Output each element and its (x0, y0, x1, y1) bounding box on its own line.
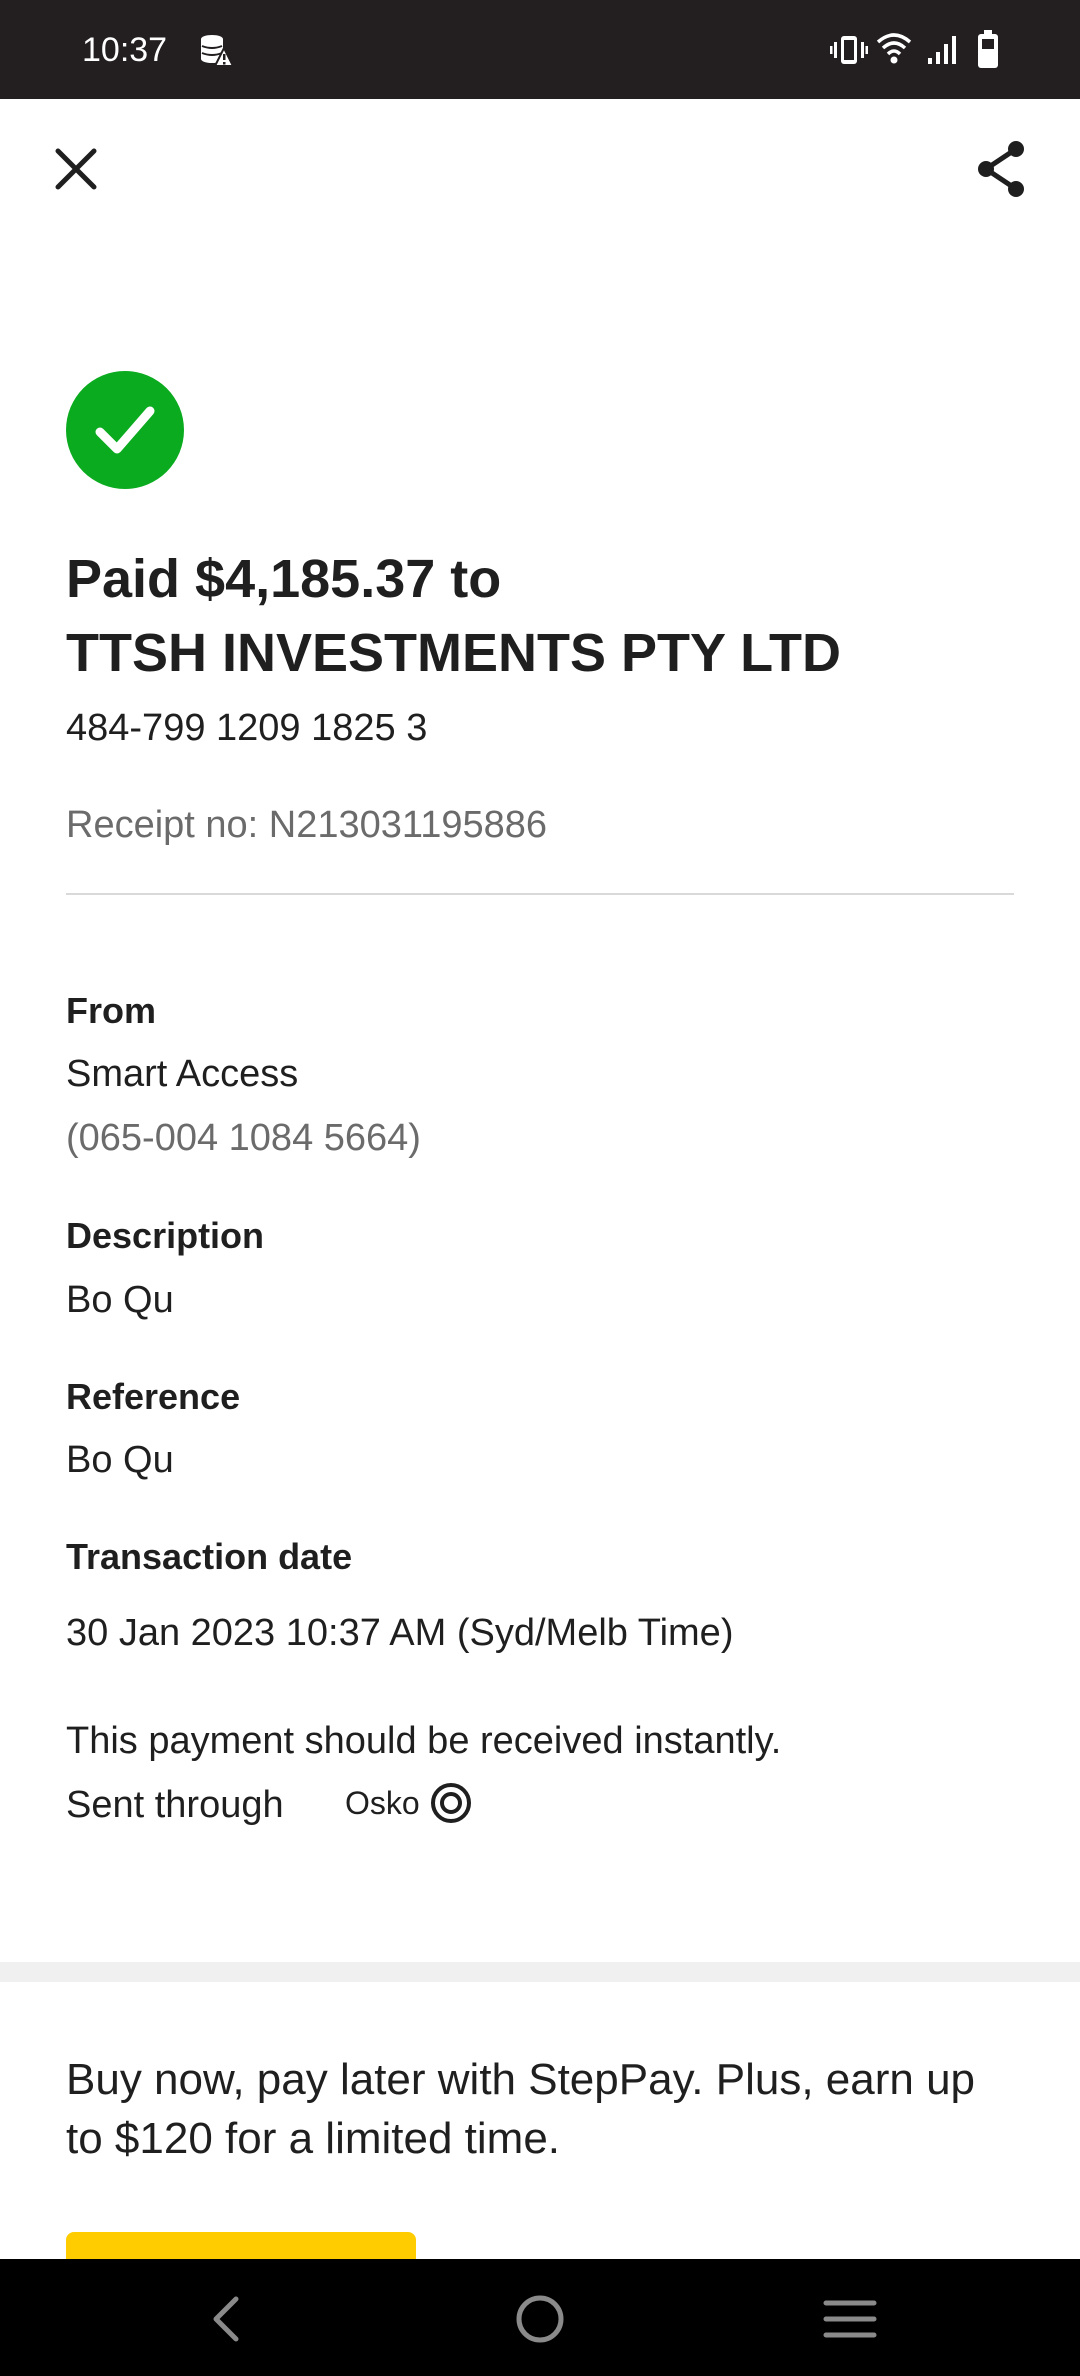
status-bar: 10:37 (0, 0, 1080, 99)
close-icon[interactable] (40, 133, 112, 205)
from-account-number: (065-004 1084 5664) (66, 1117, 421, 1159)
receipt-number: Receipt no: N213031195886 (66, 804, 548, 846)
payment-title: Paid $4,185.37 to TTSH INVESTMENTS PTY L… (66, 542, 1026, 690)
description-label: Description (66, 1215, 265, 1256)
osko-logo: Osko (345, 1780, 472, 1826)
data-saver-alert-icon (201, 35, 234, 67)
section-separator (0, 1962, 1080, 1982)
from-label: From (66, 990, 156, 1031)
check-circle-icon (66, 371, 184, 489)
home-icon[interactable] (508, 2287, 572, 2351)
steppay-promo-text: Buy now, pay later with StepPay. Plus, e… (66, 2055, 976, 2163)
reference-value: Bo Qu (66, 1439, 174, 1481)
payee-name: TTSH INVESTMENTS PTY LTD (66, 623, 842, 683)
payment-receipt-screen: 10:37 Paid $4,185.37 to TTSH INVESTMENTS… (0, 0, 1080, 2376)
share-icon[interactable] (966, 133, 1038, 205)
reference-label: Reference (66, 1376, 241, 1417)
system-navigation-bar (0, 2259, 1080, 2376)
vibrate-icon (830, 36, 868, 64)
status-time: 10:37 (82, 31, 168, 69)
sent-through-label: Sent through (66, 1784, 284, 1826)
signal-icon (928, 36, 956, 64)
instant-payment-note: This payment should be received instantl… (66, 1720, 782, 1762)
payee-account-number: 484-799 1209 1825 3 (66, 707, 428, 749)
divider (66, 893, 1014, 895)
payment-amount-line: Paid $4,185.37 to (66, 549, 502, 609)
osko-ring-icon (430, 1783, 471, 1823)
battery-icon (978, 30, 998, 68)
wifi-icon (876, 33, 912, 64)
from-account-name: Smart Access (66, 1053, 299, 1095)
description-value: Bo Qu (66, 1279, 174, 1321)
top-bar (0, 99, 1080, 254)
transaction-date-label: Transaction date (66, 1536, 353, 1577)
recents-icon[interactable] (818, 2287, 882, 2351)
back-icon[interactable] (196, 2287, 260, 2351)
osko-logo-text: Osko (345, 1785, 420, 1821)
transaction-date-value: 30 Jan 2023 10:37 AM (Syd/Melb Time) (66, 1612, 734, 1654)
